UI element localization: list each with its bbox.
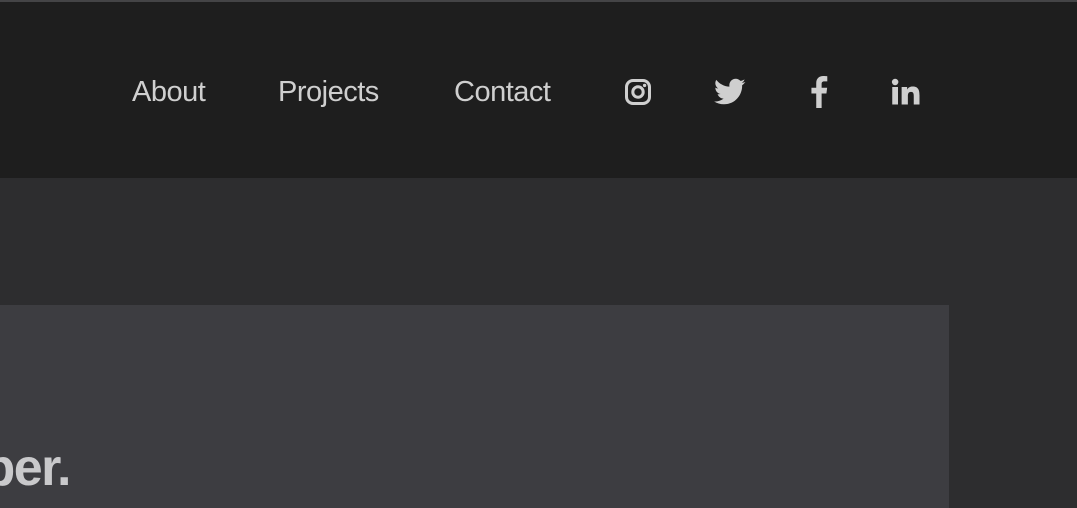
nav-link-about[interactable]: About — [132, 72, 206, 112]
twitter-icon — [714, 78, 746, 106]
instagram-link[interactable] — [620, 74, 656, 110]
linkedin-link[interactable] — [888, 74, 924, 110]
facebook-icon — [810, 76, 828, 108]
twitter-link[interactable] — [712, 74, 748, 110]
linkedin-icon — [891, 78, 921, 106]
facebook-link[interactable] — [801, 74, 837, 110]
instagram-icon — [624, 78, 652, 106]
site-header: About Projects Contact — [0, 2, 1077, 178]
nav-link-projects[interactable]: Projects — [278, 72, 379, 112]
nav-link-contact[interactable]: Contact — [454, 72, 551, 112]
hero-heading: per. — [0, 438, 71, 497]
hero-card: per. — [0, 305, 949, 508]
